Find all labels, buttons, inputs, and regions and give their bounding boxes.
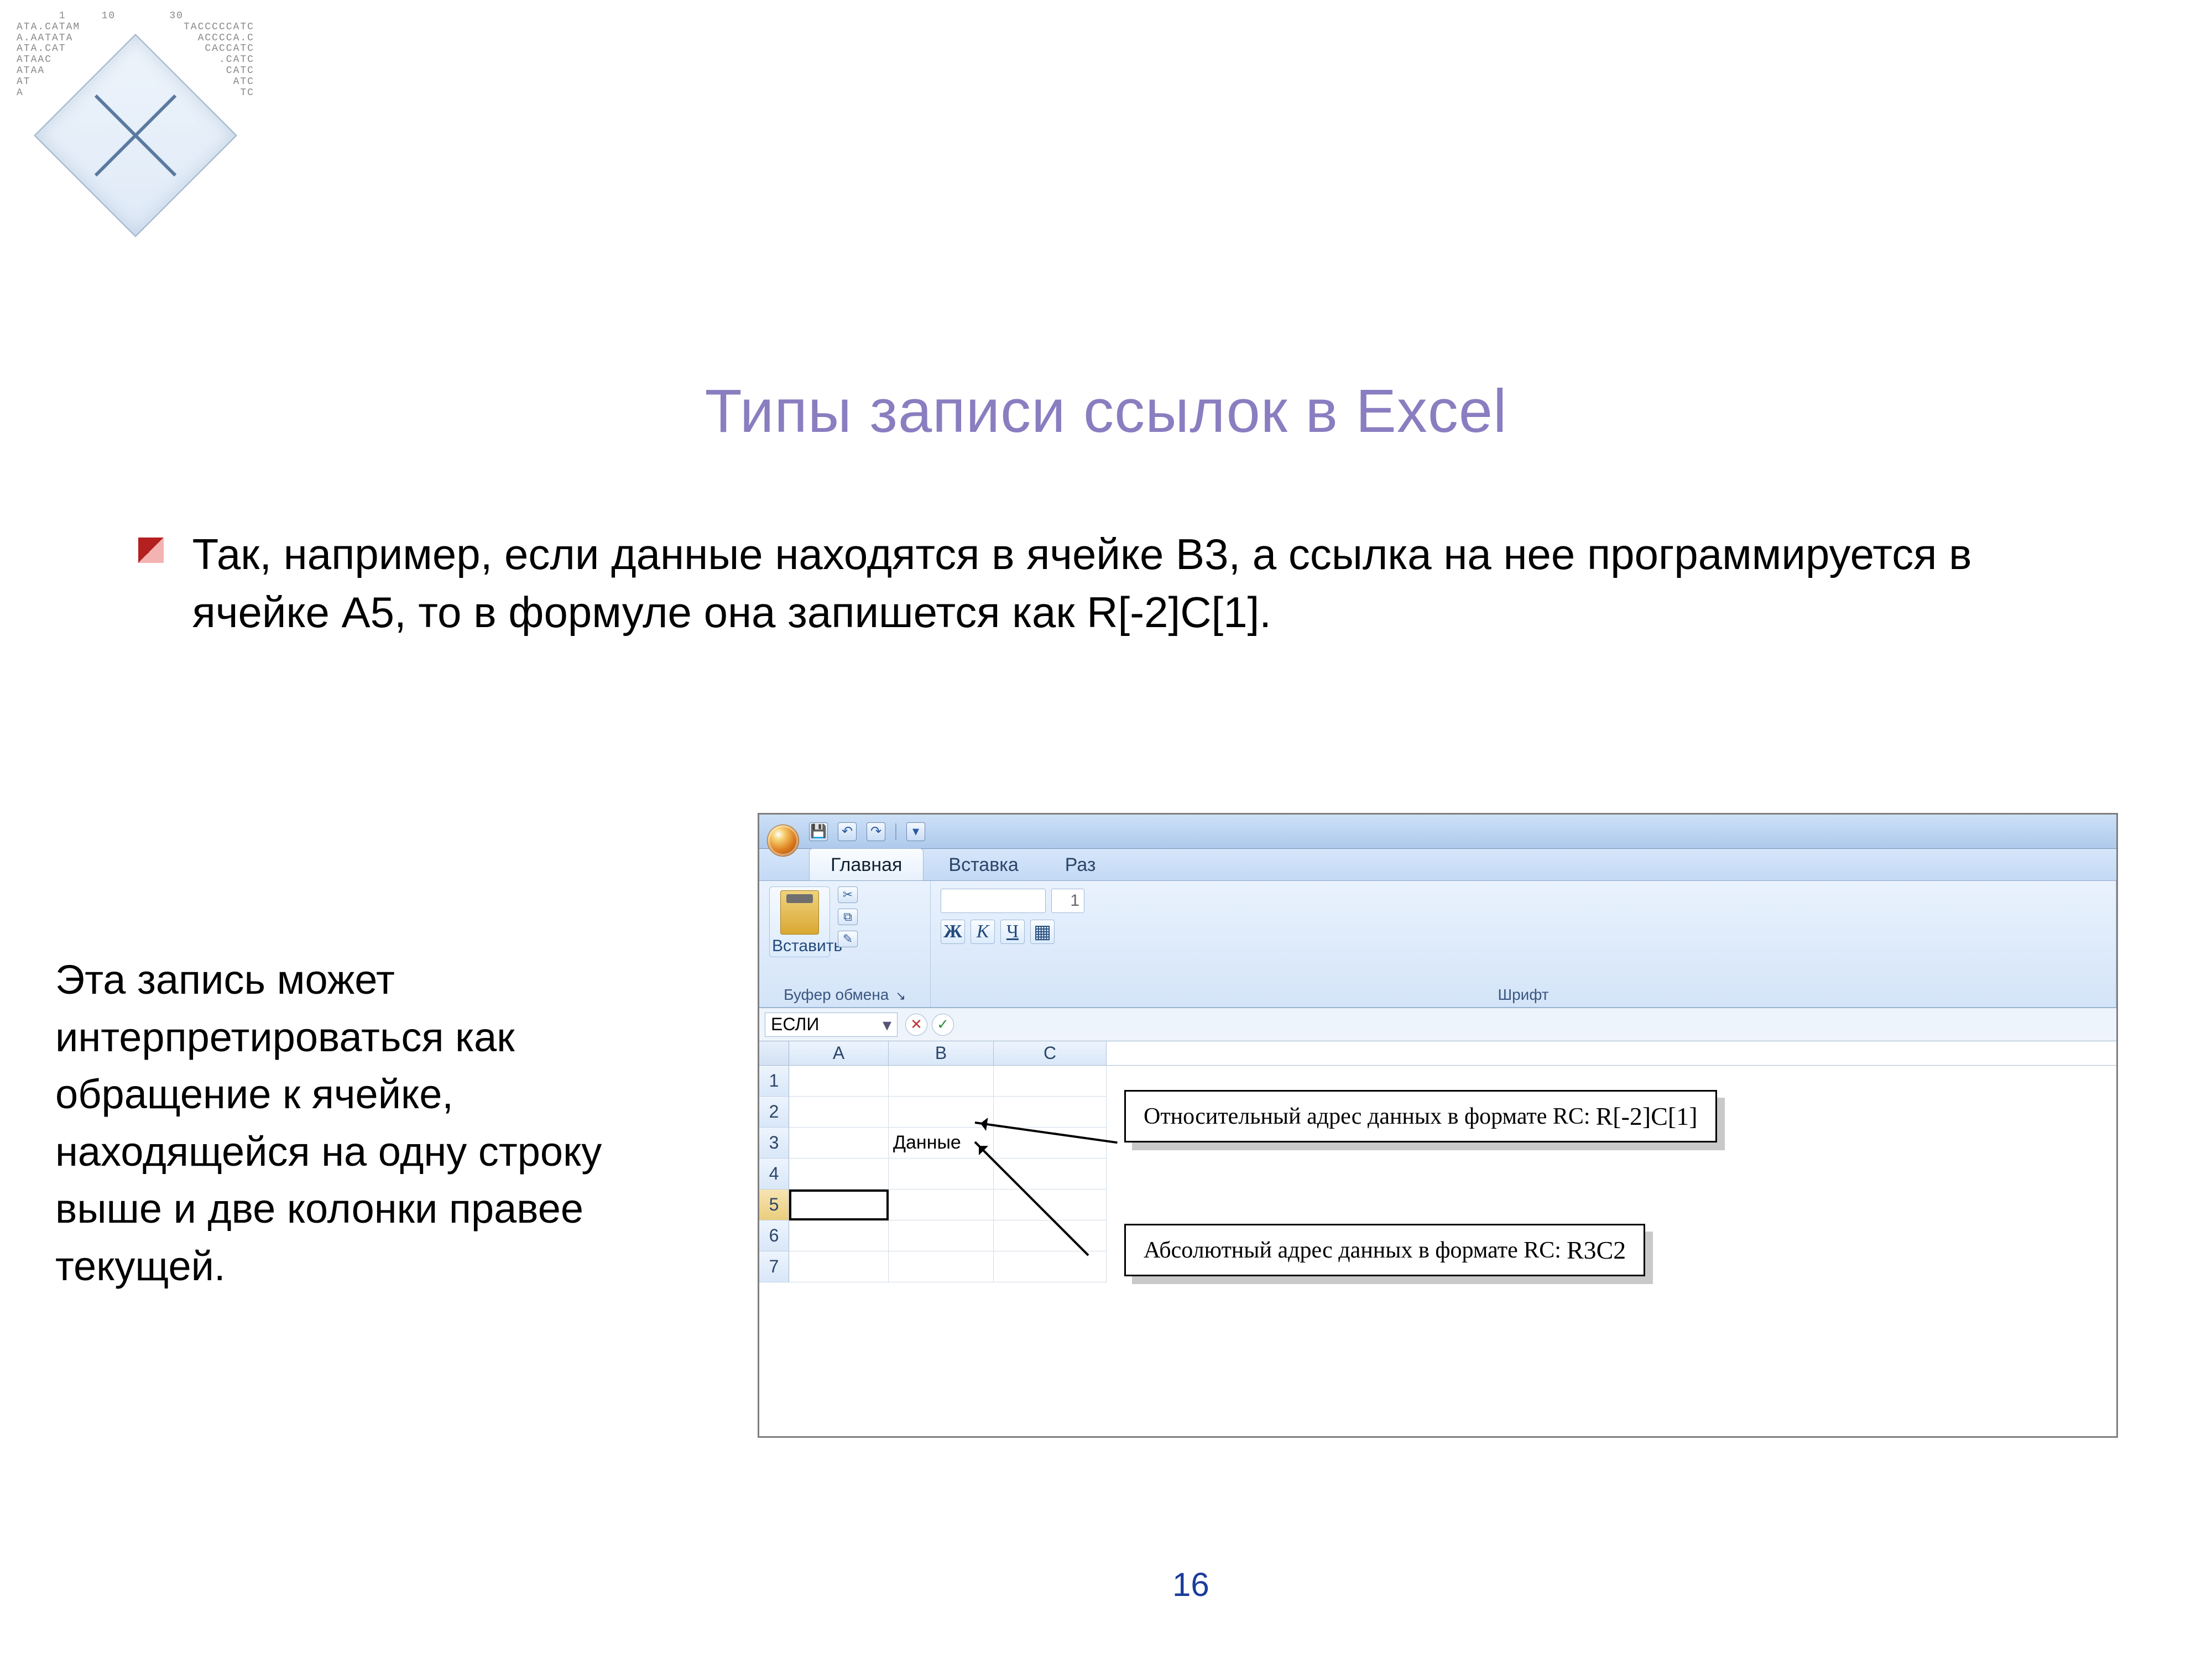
row-header-4[interactable]: 4 bbox=[759, 1159, 789, 1190]
cell-A6[interactable] bbox=[789, 1220, 889, 1251]
cell-C4[interactable] bbox=[994, 1159, 1107, 1190]
page-number: 16 bbox=[1172, 1566, 1209, 1604]
bullet-icon bbox=[138, 538, 164, 563]
underline-button[interactable]: Ч bbox=[1000, 920, 1025, 944]
row-header-6[interactable]: 6 bbox=[759, 1220, 789, 1251]
paste-label: Вставить bbox=[772, 937, 827, 956]
cell-C7[interactable] bbox=[994, 1251, 1107, 1282]
qat-separator bbox=[895, 823, 896, 840]
dialog-launcher-icon[interactable]: ↘ bbox=[892, 989, 906, 1003]
row-header-5[interactable]: 5 bbox=[759, 1190, 789, 1220]
slide-title: Типы записи ссылок в Excel bbox=[0, 376, 2212, 446]
formula-accept-button[interactable]: ✓ bbox=[932, 1014, 954, 1036]
cell-A7[interactable] bbox=[789, 1251, 889, 1282]
cell-A5[interactable]: = bbox=[789, 1190, 889, 1220]
main-bullet-text: Так, например, если данные находятся в я… bbox=[192, 525, 2100, 642]
row-header-3[interactable]: 3 bbox=[759, 1128, 789, 1159]
office-button[interactable] bbox=[767, 825, 799, 857]
institution-logo: 1 10 ATA.CATAM A.AATATA ATA.CAT ATAAC AT… bbox=[17, 6, 254, 265]
paste-button[interactable]: Вставить bbox=[769, 886, 830, 957]
cell-C2[interactable] bbox=[994, 1097, 1107, 1128]
group-clipboard: Вставить ✂ ⧉ ✎ Буфер обмена ↘ bbox=[759, 881, 931, 1007]
cell-A4[interactable] bbox=[789, 1159, 889, 1190]
cell-B5[interactable] bbox=[889, 1190, 994, 1220]
row-4: 4 bbox=[759, 1159, 2116, 1190]
col-header-B[interactable]: B bbox=[889, 1041, 994, 1065]
qat-redo-icon[interactable]: ↷ bbox=[867, 822, 885, 841]
cell-B7[interactable] bbox=[889, 1251, 994, 1282]
copy-icon[interactable]: ⧉ bbox=[838, 909, 858, 925]
formula-cancel-button[interactable]: ✕ bbox=[905, 1014, 927, 1036]
cell-A2[interactable] bbox=[789, 1097, 889, 1128]
callout-absolute: Абсолютный адрес данных в формате RC: R3… bbox=[1124, 1224, 1645, 1276]
excel-screenshot: 💾 ↶ ↷ ▾ Главная Вставка Раз Вставить ✂ ⧉… bbox=[758, 813, 2118, 1438]
group-font: 1 Ж К Ч ▦ Шрифт bbox=[931, 881, 2116, 1007]
cell-C1[interactable] bbox=[994, 1066, 1107, 1097]
main-bullet: Так, например, если данные находятся в я… bbox=[138, 525, 2101, 642]
format-painter-icon[interactable]: ✎ bbox=[838, 931, 858, 947]
ribbon-tabs: Главная Вставка Раз bbox=[759, 849, 2116, 881]
cell-B4[interactable] bbox=[889, 1159, 994, 1190]
cell-B6[interactable] bbox=[889, 1220, 994, 1251]
col-header-A[interactable]: A bbox=[789, 1041, 889, 1065]
qat-save-icon[interactable]: 💾 bbox=[809, 822, 828, 841]
cell-C6[interactable] bbox=[994, 1220, 1107, 1251]
tab-third-partial[interactable]: Раз bbox=[1044, 848, 1100, 880]
row-header-2[interactable]: 2 bbox=[759, 1097, 789, 1128]
callout-relative-rc: R[-2]C[1] bbox=[1596, 1102, 1698, 1131]
name-box-value: ЕСЛИ bbox=[771, 1014, 819, 1035]
group-clipboard-label: Буфер обмена ↘ bbox=[769, 985, 920, 1005]
row-header-7[interactable]: 7 bbox=[759, 1251, 789, 1282]
column-headers: A B C bbox=[759, 1041, 2116, 1066]
cell-A3[interactable] bbox=[789, 1128, 889, 1159]
callout-absolute-rc: R3C2 bbox=[1567, 1235, 1626, 1265]
excel-titlebar: 💾 ↶ ↷ ▾ bbox=[759, 815, 2116, 849]
callout-relative: Относительный адрес данных в формате RC:… bbox=[1124, 1090, 1717, 1142]
select-all-corner[interactable] bbox=[759, 1041, 789, 1065]
col-header-C[interactable]: C bbox=[994, 1041, 1107, 1065]
row-5: 5 = bbox=[759, 1190, 2116, 1220]
group-font-label: Шрифт bbox=[941, 985, 2106, 1005]
tab-home[interactable]: Главная bbox=[809, 848, 924, 880]
font-name-combo[interactable] bbox=[941, 889, 1046, 913]
italic-button[interactable]: К bbox=[971, 920, 995, 944]
tab-insert[interactable]: Вставка bbox=[927, 848, 1040, 880]
paste-icon bbox=[780, 890, 819, 935]
row-header-1[interactable]: 1 bbox=[759, 1066, 789, 1097]
name-box[interactable]: ЕСЛИ ▾ bbox=[765, 1013, 898, 1037]
name-box-dropdown-icon[interactable]: ▾ bbox=[883, 1014, 891, 1035]
border-button[interactable]: ▦ bbox=[1030, 920, 1055, 944]
qat-customize-icon[interactable]: ▾ bbox=[906, 822, 925, 841]
callout-absolute-text: Абсолютный адрес данных в формате RC: bbox=[1144, 1237, 1561, 1264]
ribbon-body: Вставить ✂ ⧉ ✎ Буфер обмена ↘ 1 Ж bbox=[759, 881, 2116, 1008]
formula-bar: ЕСЛИ ▾ ✕ ✓ bbox=[759, 1008, 2116, 1041]
secondary-note: Эта запись может интерпретироваться как … bbox=[55, 951, 680, 1295]
callout-relative-text: Относительный адрес данных в формате RC: bbox=[1144, 1103, 1590, 1130]
cut-icon[interactable]: ✂ bbox=[838, 886, 858, 903]
qat-undo-icon[interactable]: ↶ bbox=[838, 822, 857, 841]
font-size-combo[interactable]: 1 bbox=[1051, 889, 1084, 913]
cell-B1[interactable] bbox=[889, 1066, 994, 1097]
bold-button[interactable]: Ж bbox=[941, 920, 965, 944]
cell-A1[interactable] bbox=[789, 1066, 889, 1097]
